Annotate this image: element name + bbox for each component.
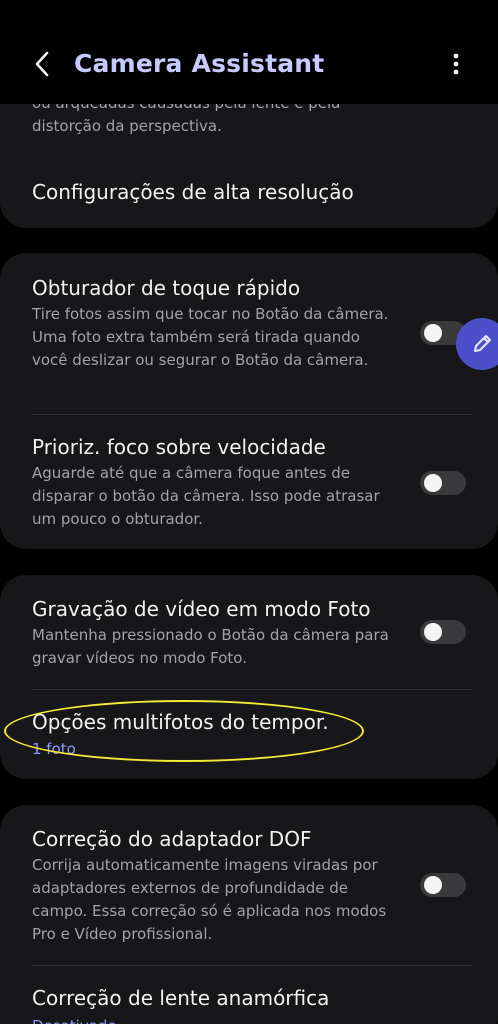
lens-correction-desc-partial-2: distorção da perspectiva. <box>32 117 222 135</box>
settings-card-video: Gravação de vídeo em modo Foto Mantenha … <box>0 575 498 779</box>
video-photo-mode-toggle[interactable] <box>420 620 466 644</box>
more-options-button[interactable] <box>438 44 474 84</box>
back-button[interactable] <box>24 44 60 84</box>
video-photo-mode-row[interactable]: Gravação de vídeo em modo Foto Mantenha … <box>0 575 498 689</box>
timer-multishot-value: 1 foto <box>32 740 76 758</box>
anamorphic-lens-row[interactable]: Correção de lente anamórfica Desativado <box>0 966 498 1024</box>
more-vertical-icon <box>453 53 459 75</box>
toggle-knob <box>424 876 442 894</box>
high-resolution-settings-title: Configurações de alta resolução <box>32 180 354 204</box>
dof-adapter-correction-row[interactable]: Correção do adaptador DOF Corrija automa… <box>0 805 498 965</box>
dof-adapter-correction-title: Correção do adaptador DOF <box>32 827 312 851</box>
timer-multishot-row[interactable]: Opções multifotos do tempor. 1 foto <box>0 690 498 779</box>
screen: Camera Assistant ou arqueadas causadas p… <box>0 0 498 1024</box>
pencil-icon <box>474 335 491 352</box>
video-photo-mode-desc: Mantenha pressionado o Botão da câmera p… <box>32 626 389 667</box>
timer-multishot-title: Opções multifotos do tempor. <box>32 710 329 734</box>
focus-priority-desc: Aguarde até que a câmera foque antes de … <box>32 464 380 528</box>
high-resolution-settings-row[interactable]: Configurações de alta resolução <box>0 160 498 228</box>
quick-shutter-row[interactable]: Obturador de toque rápido Tire fotos ass… <box>0 253 498 413</box>
quick-shutter-desc: Tire fotos assim que tocar no Botão da c… <box>32 305 389 369</box>
anamorphic-lens-title: Correção de lente anamórfica <box>32 986 330 1010</box>
page-title: Camera Assistant <box>74 49 325 78</box>
quick-shutter-title: Obturador de toque rápido <box>32 276 301 300</box>
toggle-knob <box>424 474 442 492</box>
video-photo-mode-title: Gravação de vídeo em modo Foto <box>32 597 371 621</box>
focus-priority-row[interactable]: Prioriz. foco sobre velocidade Aguarde a… <box>0 415 498 549</box>
anamorphic-lens-value: Desativado <box>32 1015 117 1024</box>
settings-card-lens-adapters: Correção do adaptador DOF Corrija automa… <box>0 805 498 1024</box>
toggle-knob <box>424 623 442 641</box>
toggle-knob <box>424 324 442 342</box>
focus-priority-title: Prioriz. foco sobre velocidade <box>32 435 326 459</box>
chevron-left-icon <box>35 51 49 77</box>
dof-adapter-correction-desc: Corrija automaticamente imagens viradas … <box>32 856 387 943</box>
settings-card-shutter: Obturador de toque rápido Tire fotos ass… <box>0 253 498 549</box>
app-bar: Camera Assistant <box>0 0 498 104</box>
focus-priority-toggle[interactable] <box>420 471 466 495</box>
dof-adapter-correction-toggle[interactable] <box>420 873 466 897</box>
